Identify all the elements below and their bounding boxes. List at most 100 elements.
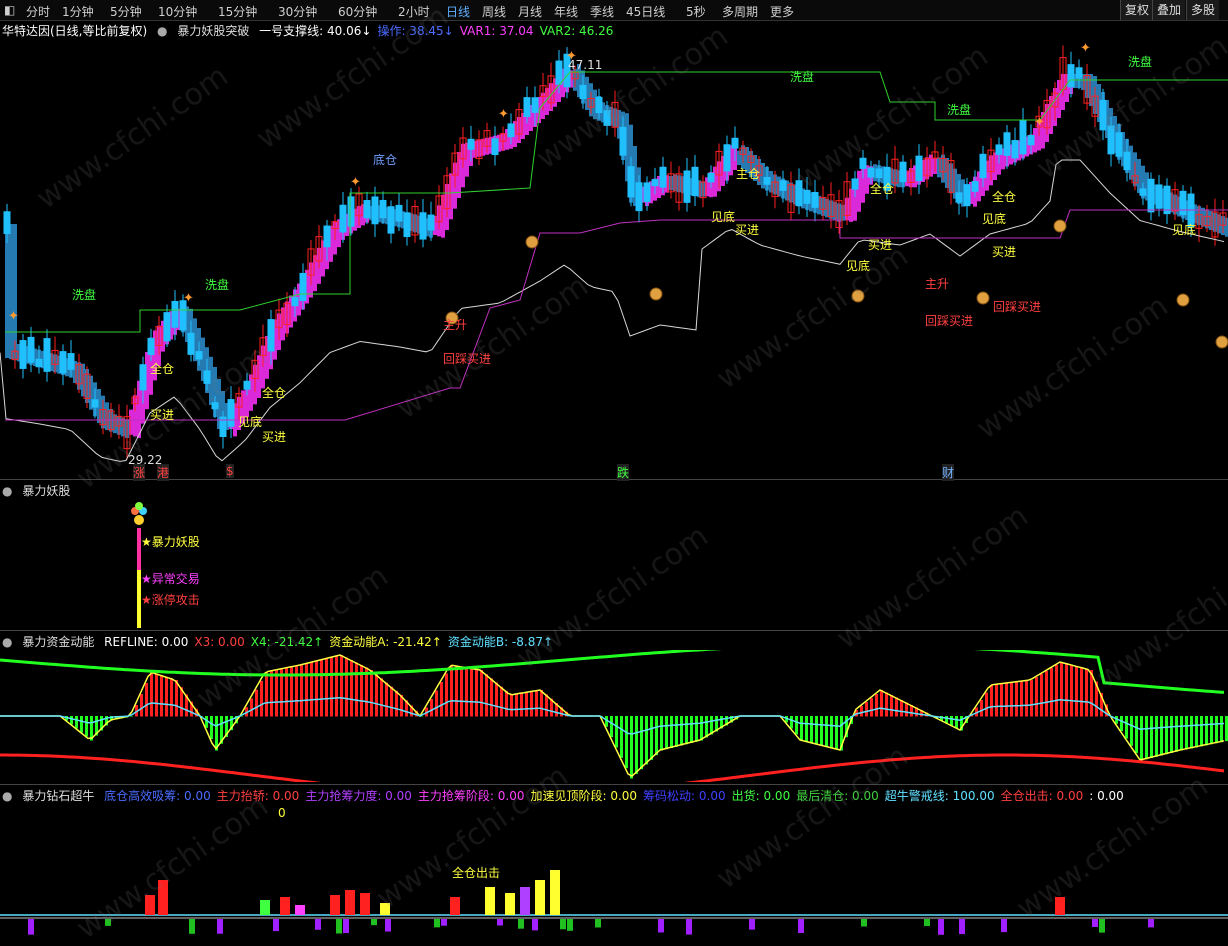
trade-signal-label: 全仓 (262, 386, 287, 400)
runner-icon: ✦ (8, 309, 19, 324)
indicator-name[interactable]: 暴力妖股突破 (177, 24, 249, 38)
runner-icon: ✦ (183, 291, 194, 306)
trade-signal-label: 买进 (992, 245, 1017, 259)
money-title[interactable]: 暴力资金动能 (22, 635, 94, 649)
trade-signal-label: 洗盘 (72, 288, 97, 302)
event-marker[interactable]: 财 (942, 464, 955, 481)
indicator-value: X3: 0.00 (194, 635, 245, 649)
indicator-value: 资金动能A: -21.42↑ (329, 635, 442, 649)
trade-signal-label: 全仓 (150, 362, 175, 376)
money-bag-icon (649, 287, 663, 301)
indicator-value: VAR2: 46.26 (539, 24, 614, 38)
period-tab[interactable]: 60分钟 (338, 3, 377, 20)
trade-signal-label: 洗盘 (1128, 55, 1153, 69)
indicator-value: 加速见顶阶段: 0.00 (530, 789, 638, 803)
trade-signal-label: 主升 (443, 318, 468, 332)
money-bag-icon (1053, 219, 1067, 233)
period-tab[interactable]: 2小时 (398, 3, 430, 20)
layout-icon[interactable]: ◧ (4, 3, 15, 17)
period-tab[interactable]: 年线 (554, 3, 578, 20)
zero-label: 0 (278, 806, 286, 820)
fuquan-button[interactable]: 复权 (1120, 0, 1154, 20)
trade-signal-label: 回踩买进 (993, 300, 1042, 314)
collapse-icon[interactable]: ● (2, 635, 12, 649)
period-tab[interactable]: 1分钟 (62, 3, 94, 20)
indicator-value: 最后清仓: 0.00 (796, 789, 879, 803)
indicator-value: 主力抢筹力度: 0.00 (305, 789, 412, 803)
stock-title: 华特达因(日线,等比前复权) (2, 24, 148, 38)
trade-signal-label: 回踩买进 (925, 314, 974, 328)
trade-signal-label: 买进 (150, 408, 175, 422)
period-tab[interactable]: 5分钟 (110, 3, 142, 20)
high-price-label: 47.11 (568, 58, 603, 72)
indicator-value: 资金动能B: -8.87↑ (447, 635, 554, 649)
trade-signal-label: 全仓 (992, 190, 1017, 204)
overlay-button[interactable]: 叠加 (1152, 0, 1186, 20)
money-bag-icon (525, 235, 539, 249)
period-tab[interactable]: 15分钟 (218, 3, 257, 20)
indicator-value: : 0.00 (1089, 789, 1124, 803)
period-tab[interactable]: 更多 (770, 3, 794, 20)
indicator-value: 操作: 38.45↓ (377, 24, 454, 38)
multi-stock-button[interactable]: 多股 (1186, 0, 1220, 20)
collapse-icon[interactable]: ● (157, 24, 167, 38)
yao-indicator-chart[interactable] (0, 498, 1228, 630)
yao-title[interactable]: 暴力妖股 (22, 484, 70, 498)
trade-signal-label: 回踩买进 (443, 352, 492, 366)
runner-icon: ✦ (1080, 41, 1091, 56)
main-candlestick-chart[interactable]: ✦✦✦✦✦✦✦ (0, 38, 1228, 480)
period-tab[interactable]: 周线 (482, 3, 506, 20)
trade-signal-label: 主升 (925, 277, 950, 291)
runner-icon: ✦ (498, 107, 509, 122)
diamond-bull-chart[interactable] (0, 820, 1228, 939)
trade-signal-label: 买进 (868, 238, 893, 252)
trade-signal-label: 买进 (262, 430, 287, 444)
yao-signal-label: ★异常交易 (141, 572, 200, 586)
trade-signal-label: 见底 (1172, 223, 1197, 237)
indicator-value: VAR1: 37.04 (459, 24, 534, 38)
indicator-value: 筹码松动: 0.00 (643, 789, 726, 803)
period-tab[interactable]: 45日线 (626, 3, 665, 20)
event-marker[interactable]: 涨 (133, 464, 146, 481)
period-tab[interactable]: 30分钟 (278, 3, 317, 20)
indicator-value: 全仓出击: 0.00 (1000, 789, 1084, 803)
trade-signal-label: 洗盘 (205, 278, 230, 292)
period-tab[interactable]: 季线 (590, 3, 614, 20)
trade-signal-label: 洗盘 (790, 70, 815, 84)
period-tab[interactable]: 月线 (518, 3, 542, 20)
money-momentum-chart[interactable] (0, 650, 1228, 782)
yao-panel-title: ● 暴力妖股 (2, 482, 76, 499)
trade-signal-label: 底仓 (373, 153, 398, 167)
trade-signal-label: 见底 (846, 259, 871, 273)
runner-icon: ✦ (350, 175, 361, 190)
collapse-icon[interactable]: ● (2, 484, 12, 498)
period-tab[interactable]: 10分钟 (158, 3, 197, 20)
trade-signal-label: 见底 (711, 210, 736, 224)
money-bag-icon (976, 291, 990, 305)
indicator-value: 出货: 0.00 (731, 789, 791, 803)
money-panel-title: ● 暴力资金动能 REFLINE: 0.00 X3: 0.00 X4: -21.42… (2, 633, 565, 650)
diamond-panel-title: ● 暴力钻石超牛 底仓高效吸筹: 0.00 主力抬轿: 0.00 主力抢筹力度: 0… (2, 787, 1136, 804)
money-bag-icon (1176, 293, 1190, 307)
event-marker[interactable]: $ (226, 464, 234, 478)
event-marker[interactable]: 跌 (617, 464, 630, 481)
trade-signal-label: 见底 (238, 415, 263, 429)
period-tab[interactable]: 多周期 (722, 3, 758, 20)
trade-signal-label: 洗盘 (947, 103, 972, 117)
main-panel-title: 华特达因(日线,等比前复权) ● 暴力妖股突破 一号支撑线: 40.06↓ 操作:… (2, 22, 625, 39)
yao-signal-label: ★涨停攻击 (141, 593, 200, 607)
period-tab[interactable]: 分时 (26, 3, 50, 20)
period-tab[interactable]: 日线 (446, 3, 470, 20)
diamond-title[interactable]: 暴力钻石超牛 (22, 789, 94, 803)
period-tab[interactable]: 5秒 (686, 3, 706, 20)
event-marker[interactable]: 港 (157, 464, 170, 481)
trade-signal-label: 买进 (735, 223, 760, 237)
collapse-icon[interactable]: ● (2, 789, 12, 803)
trade-signal-label: 主仓 (736, 167, 761, 181)
indicator-value: 超牛警戒线: 100.00 (884, 789, 995, 803)
indicator-value: 一号支撑线: 40.06↓ (259, 24, 372, 38)
indicator-value: 主力抢筹阶段: 0.00 (417, 789, 525, 803)
indicator-value: X4: -21.42↑ (250, 635, 324, 649)
period-toolbar: ◧ 分时 1分钟 5分钟 10分钟 15分钟 30分钟 60分钟 2小时 日线 周线 月线 年线 季线 4… (0, 0, 1228, 21)
yao-signal-label: ★暴力妖股 (141, 535, 200, 549)
